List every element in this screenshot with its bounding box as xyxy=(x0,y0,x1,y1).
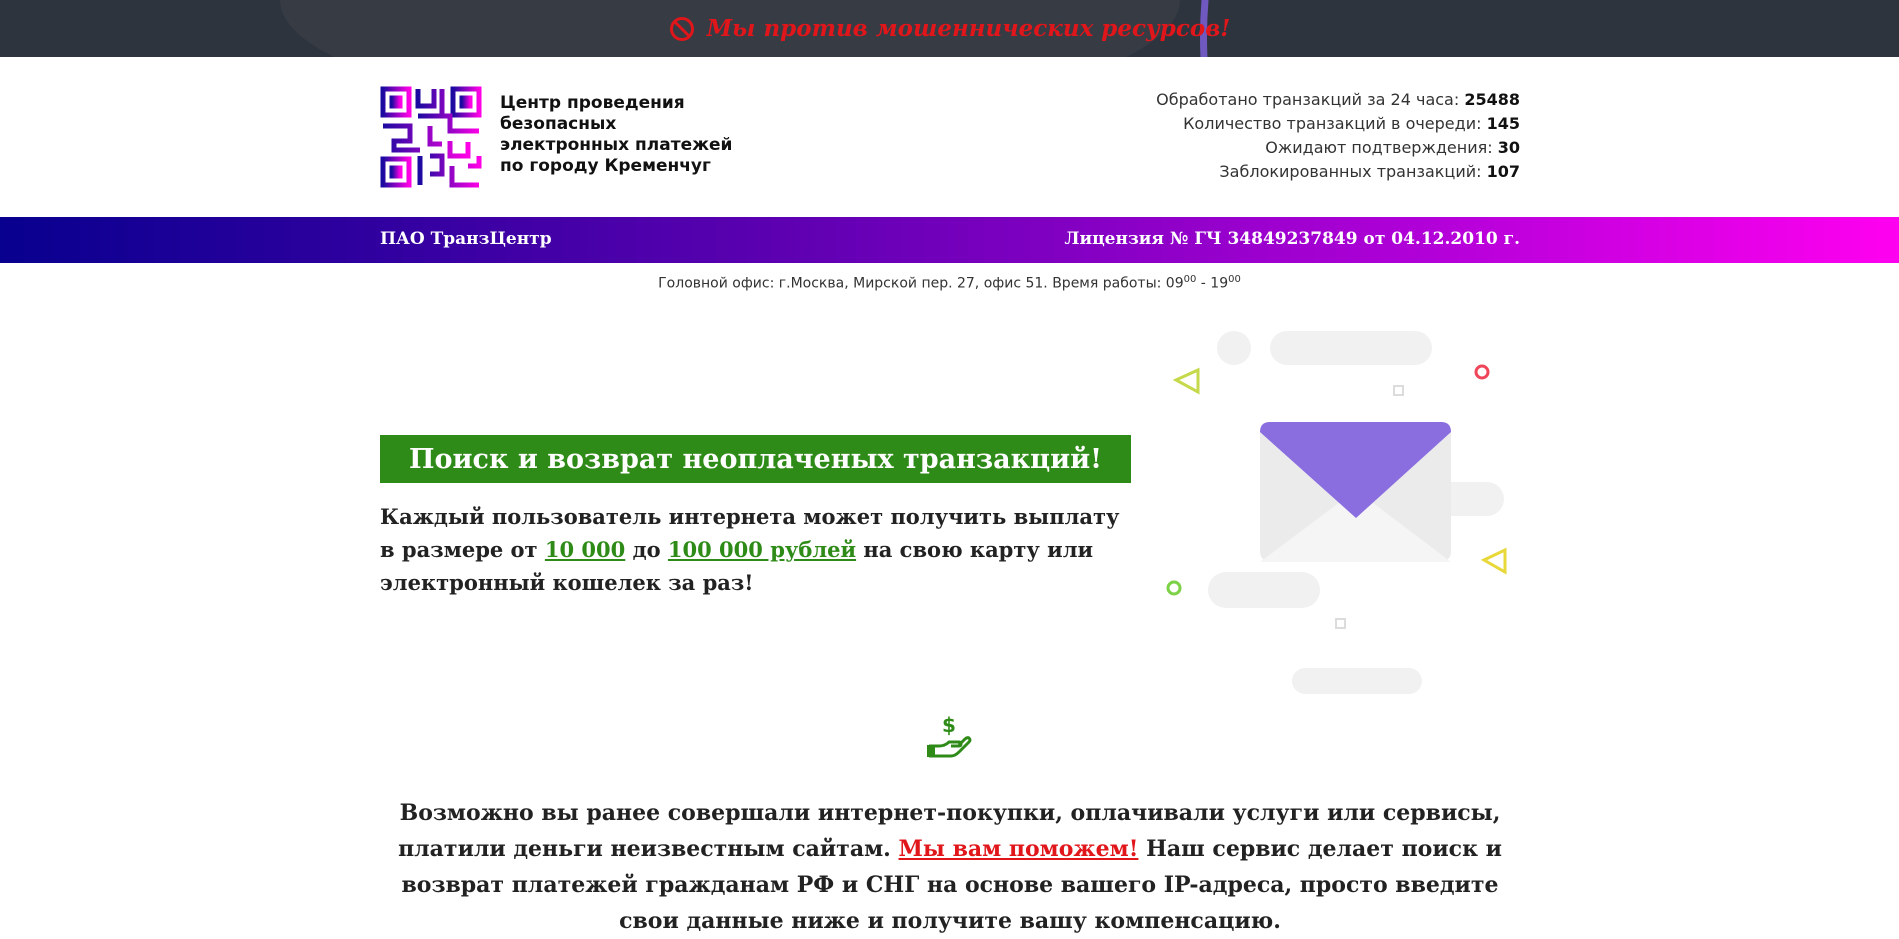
warning-message: Мы против мошеннических ресурсов! xyxy=(0,0,1899,57)
svg-text:$: $ xyxy=(942,713,956,737)
site-header: Центр проведения безопасных электронных … xyxy=(0,57,1899,217)
qr-logo-icon[interactable] xyxy=(380,86,482,188)
envelope-illustration xyxy=(1166,331,1507,694)
brand-line: электронных платежей xyxy=(500,135,733,155)
company-band: ПАО ТранзЦентр Лицензия № ГЧ 34849237849… xyxy=(0,217,1899,263)
hero-description: Каждый пользователь интернета может полу… xyxy=(380,504,1120,595)
help-link[interactable]: Мы вам поможем! xyxy=(899,836,1139,862)
stat-queue: Количество транзакций в очереди: 145 xyxy=(1183,114,1520,133)
warning-text: Мы против мошеннических ресурсов! xyxy=(706,15,1231,42)
license-info: Лицензия № ГЧ 34849237849 от 04.12.2010 … xyxy=(1064,229,1520,249)
stat-processed: Обработано транзакций за 24 часа: 25488 xyxy=(1156,90,1520,109)
brand-line: безопасных xyxy=(500,114,617,134)
brand-name: Центр проведения безопасных электронных … xyxy=(500,93,740,177)
amount-min-link[interactable]: 10 000 xyxy=(545,537,625,562)
brand-line: по городу Кременчуг xyxy=(500,156,711,176)
office-info: Головной офис: г.Москва, Мирской пер. 27… xyxy=(658,274,1241,292)
amount-max-link[interactable]: 100 000 рублей xyxy=(668,537,856,562)
brand-line: Центр проведения xyxy=(500,93,685,113)
money-hand-icon: $ xyxy=(927,713,972,758)
ban-icon xyxy=(669,16,694,41)
warning-banner: Мы против мошеннических ресурсов! xyxy=(0,0,1899,57)
transaction-stats: Обработано транзакций за 24 часа: 25488 … xyxy=(1156,88,1520,184)
service-description: Возможно вы ранее совершали интернет-пок… xyxy=(398,800,1502,934)
stat-pending: Ожидают подтверждения: 30 xyxy=(1265,138,1520,157)
company-name: ПАО ТранзЦентр xyxy=(380,229,552,249)
hero-title: Поиск и возврат неоплаченых транзакций! xyxy=(380,435,1131,483)
stat-blocked: Заблокированных транзакций: 107 xyxy=(1219,162,1520,181)
